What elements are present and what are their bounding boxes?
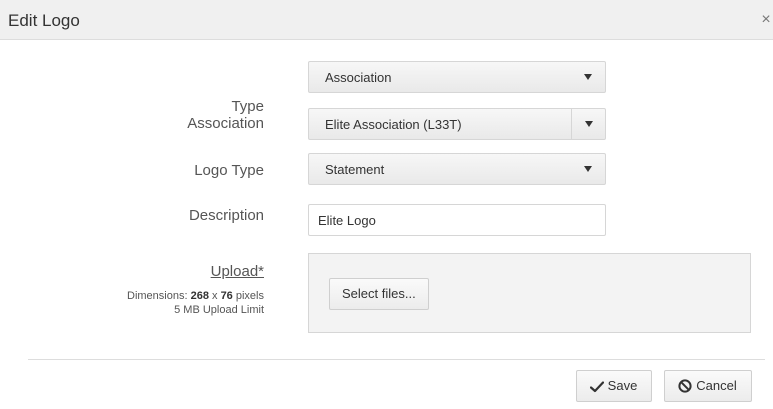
- dimensions-prefix: Dimensions:: [127, 290, 191, 302]
- check-icon: [589, 381, 604, 393]
- dimension-separator: x: [208, 290, 221, 302]
- chevron-down-icon: [571, 154, 605, 184]
- save-label: Save: [607, 378, 638, 393]
- save-button[interactable]: Save: [576, 370, 652, 402]
- description-input[interactable]: [308, 204, 606, 236]
- type-label: Type: [231, 98, 264, 115]
- dialog-title: Edit Logo: [8, 11, 80, 30]
- edit-logo-dialog: Edit Logo × Type Association Association…: [0, 0, 773, 409]
- type-select[interactable]: Association: [308, 61, 606, 93]
- association-select-value: Elite Association (L33T): [325, 117, 462, 132]
- dialog-titlebar: Edit Logo ×: [0, 0, 773, 40]
- cancel-label: Cancel: [696, 378, 737, 393]
- footer-divider: [28, 359, 765, 360]
- dimension-width: 268: [190, 290, 209, 302]
- association-label: Association: [187, 115, 264, 132]
- type-select-value: Association: [325, 70, 392, 85]
- logo-type-label: Logo Type: [194, 162, 264, 179]
- upload-dimensions: Dimensions: 268 x 76 pixels: [127, 289, 264, 303]
- logo-type-select-value: Statement: [325, 162, 385, 177]
- chevron-down-icon: [571, 62, 605, 92]
- dimension-height: 76: [220, 290, 233, 302]
- cancel-button[interactable]: Cancel: [664, 370, 752, 402]
- select-files-button[interactable]: Select files...: [329, 278, 429, 310]
- description-label: Description: [188, 207, 264, 224]
- chevron-down-icon: [571, 109, 605, 139]
- dimension-unit: pixels: [232, 290, 264, 302]
- logo-type-select[interactable]: Statement: [308, 153, 606, 185]
- upload-constraints: Dimensions: 268 x 76 pixels 5 MB Upload …: [127, 289, 264, 317]
- upload-size-limit: 5 MB Upload Limit: [174, 304, 264, 316]
- association-select[interactable]: Elite Association (L33T): [308, 108, 606, 140]
- upload-label: Upload*: [210, 263, 264, 280]
- ban-icon: [678, 379, 692, 393]
- close-icon[interactable]: ×: [759, 12, 773, 28]
- upload-dropzone[interactable]: Select files...: [308, 253, 751, 333]
